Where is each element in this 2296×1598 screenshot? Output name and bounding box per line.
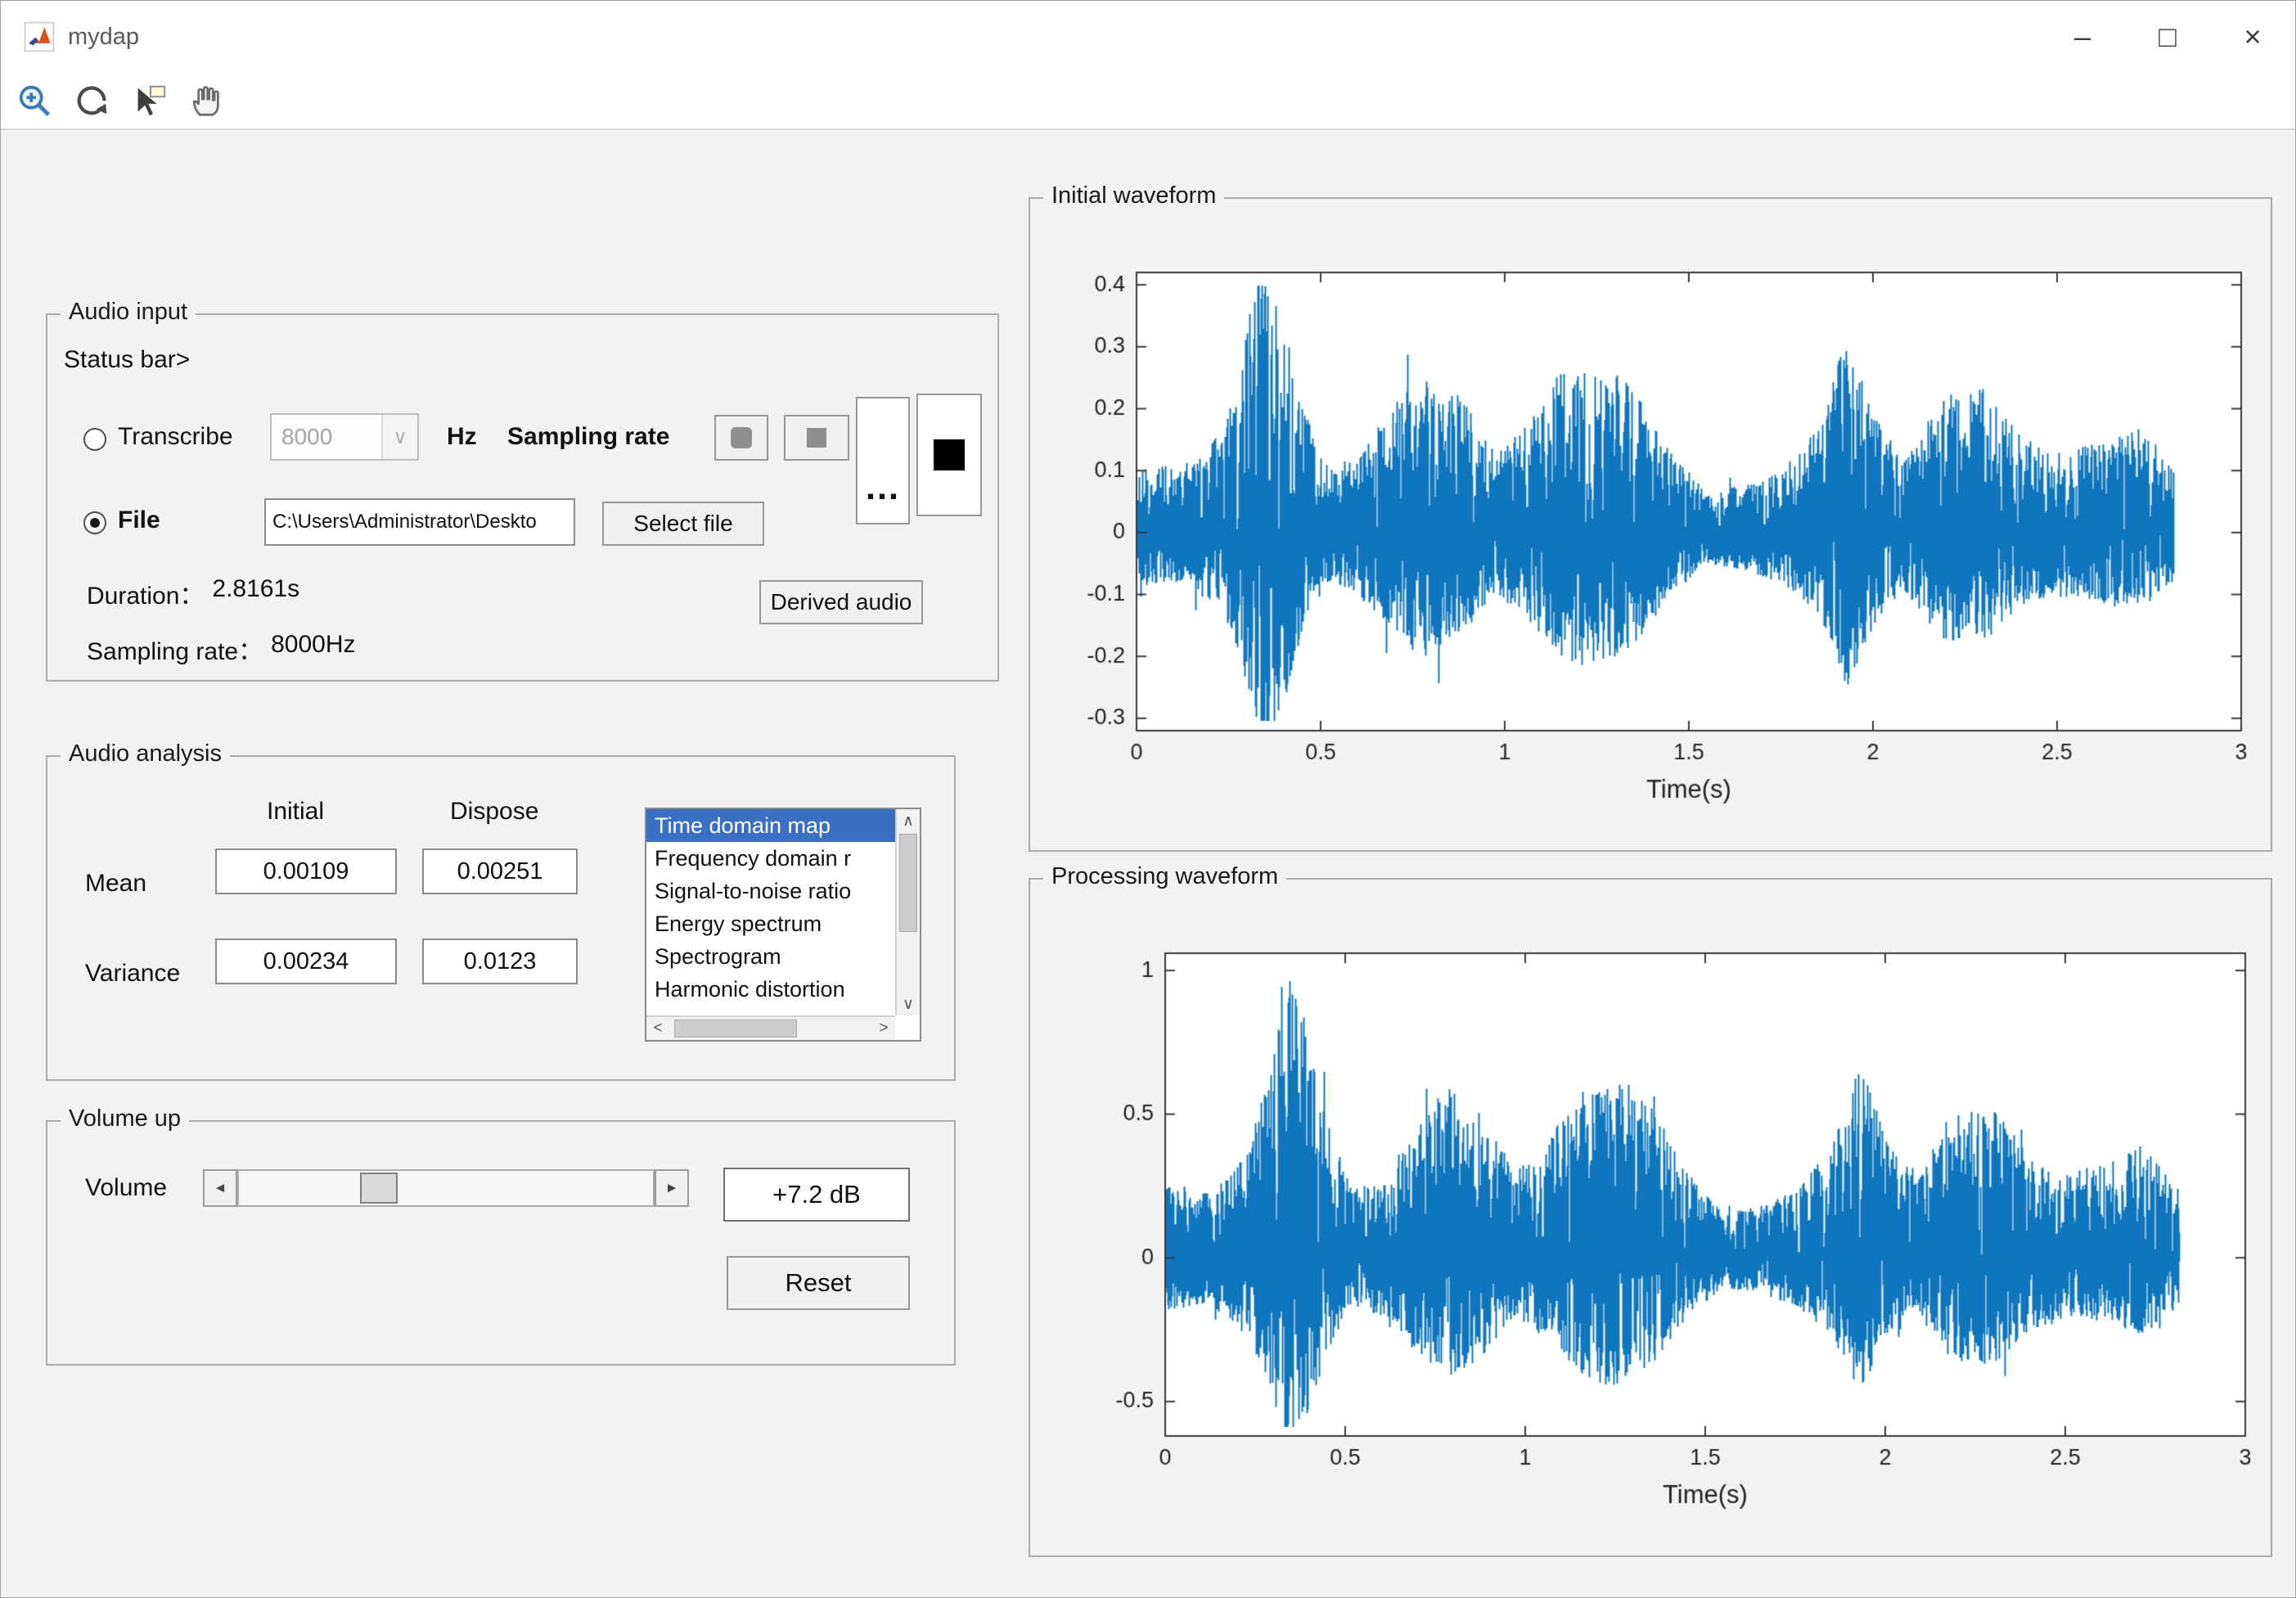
select-file-button[interactable]: Select file [602, 502, 764, 546]
mean-label: Mean [85, 870, 147, 897]
file-path-input[interactable] [264, 498, 575, 546]
file-radio[interactable] [83, 511, 106, 534]
derived-audio-button[interactable]: Derived audio [759, 580, 923, 624]
pan-icon[interactable] [186, 80, 227, 121]
variance-initial-field[interactable]: 0.00234 [215, 939, 397, 984]
variance-label: Variance [85, 960, 181, 987]
close-button[interactable]: × [2210, 1, 2295, 73]
app-window: mydap – □ × Audio input Status bar> Tran… [0, 0, 2296, 1598]
scroll-right-icon[interactable]: > [872, 1017, 895, 1040]
rotate-3d-icon[interactable] [71, 80, 112, 121]
data-cursor-icon[interactable] [128, 80, 169, 121]
maximize-button[interactable]: □ [2125, 1, 2210, 73]
column-header-dispose: Dispose [450, 798, 539, 825]
list-item[interactable]: Time domain map [646, 809, 895, 842]
app-icon [24, 21, 55, 52]
list-item[interactable]: Harmonic distortion [646, 973, 895, 1006]
processing-waveform-plot [1030, 880, 2271, 1555]
play-stop-button[interactable] [916, 394, 982, 516]
volume-legend: Volume up [61, 1105, 190, 1132]
column-header-initial: Initial [267, 798, 325, 825]
audio-analysis-panel: Audio analysis Initial Dispose Mean 0.00… [46, 740, 956, 1081]
listbox-items: Time domain map Frequency domain r Signa… [646, 809, 895, 1015]
processing-waveform-panel: Processing waveform [1029, 863, 2272, 1557]
horizontal-scrollbar[interactable]: < > [646, 1015, 895, 1040]
volume-panel: Volume up Volume ◄ ► +7.2 dB Reset [46, 1105, 956, 1366]
reset-button[interactable]: Reset [727, 1256, 910, 1310]
toolbar [1, 73, 2295, 130]
sampling-rate-info-label: Sampling rate： [87, 638, 263, 665]
black-square-icon [934, 439, 965, 470]
duration-value: 2.8161s [212, 575, 300, 602]
transcribe-radio[interactable] [83, 428, 106, 451]
duration-label: Duration： [87, 583, 205, 610]
mean-dispose-field[interactable]: 0.00251 [422, 849, 578, 894]
sample-rate-value: 8000 [281, 424, 333, 449]
volume-slider[interactable]: ◄ ► [203, 1169, 689, 1207]
list-item[interactable]: Energy spectrum [646, 907, 895, 940]
duration-row: Duration： 2.8161s [87, 575, 299, 611]
slider-thumb[interactable] [360, 1173, 398, 1204]
variance-dispose-field[interactable]: 0.0123 [422, 939, 578, 984]
hz-label: Hz [447, 423, 477, 450]
chevron-down-icon: ∨ [381, 415, 417, 459]
sampling-rate-row: Sampling rate： 8000Hz [87, 631, 356, 667]
initial-waveform-plot [1030, 199, 2271, 850]
sampling-rate-info-value: 8000Hz [271, 631, 356, 658]
list-item[interactable]: Signal-to-noise ratio [646, 875, 895, 907]
gain-field[interactable]: +7.2 dB [723, 1168, 910, 1222]
window-title: mydap [68, 23, 140, 50]
audio-input-panel: Audio input Status bar> Transcribe 8000 … [46, 299, 999, 682]
sampling-rate-label: Sampling rate [507, 423, 670, 450]
audio-input-legend: Audio input [61, 299, 196, 326]
file-label: File [118, 506, 160, 533]
vertical-scrollbar[interactable]: ∧ ∨ [895, 809, 920, 1015]
stop-icon [807, 428, 826, 448]
zoom-in-icon[interactable] [14, 80, 55, 121]
record-icon [731, 427, 752, 448]
titlebar: mydap – □ × [1, 1, 2295, 73]
horizontal-scrollbar-thumb[interactable] [674, 1020, 797, 1038]
slider-right-arrow[interactable]: ► [655, 1169, 689, 1207]
audio-analysis-legend: Audio analysis [61, 740, 230, 767]
initial-waveform-panel: Initial waveform [1029, 182, 2272, 852]
scroll-down-icon[interactable]: ∨ [897, 993, 920, 1015]
window-controls: – □ × [2040, 1, 2295, 73]
stop-button[interactable] [784, 415, 849, 461]
transcribe-label: Transcribe [118, 423, 233, 450]
slider-left-arrow[interactable]: ◄ [203, 1169, 237, 1207]
sample-rate-dropdown[interactable]: 8000 ∨ [270, 413, 419, 461]
minimize-button[interactable]: – [2040, 1, 2125, 73]
list-item[interactable]: Spectrogram [646, 940, 895, 973]
scroll-up-icon[interactable]: ∧ [897, 809, 920, 832]
vertical-scrollbar-thumb[interactable] [899, 834, 917, 932]
volume-label: Volume [85, 1174, 168, 1201]
status-bar-label: Status bar> [64, 346, 191, 373]
mean-initial-field[interactable]: 0.00109 [215, 849, 397, 894]
slider-track[interactable] [237, 1169, 655, 1207]
ellipsis-button[interactable]: … [856, 397, 910, 524]
analysis-listbox[interactable]: Time domain map Frequency domain r Signa… [645, 808, 921, 1042]
list-item[interactable]: Frequency domain r [646, 842, 895, 875]
scroll-left-icon[interactable]: < [646, 1017, 669, 1040]
record-button[interactable] [714, 415, 768, 461]
